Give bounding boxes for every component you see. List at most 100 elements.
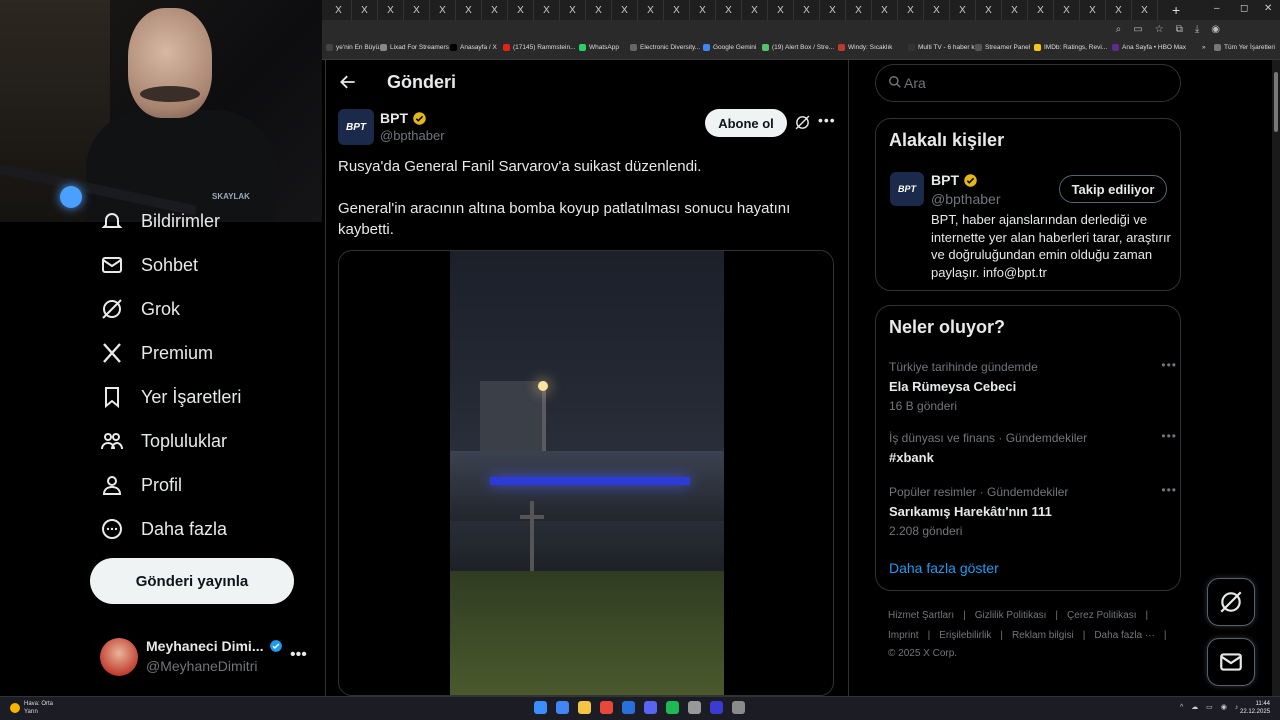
bookmark-item[interactable]: Electronic Diversity... [630,44,700,51]
browser-tab[interactable]: X [456,0,482,20]
taskbar-app-icon[interactable] [688,701,701,714]
bookmark-item[interactable]: ye'nin En Büyü... [326,44,385,51]
browser-tab[interactable]: X [534,0,560,20]
related-name[interactable]: BPT [931,172,978,188]
browser-tab[interactable]: X [326,0,352,20]
browser-tab[interactable]: X [820,0,846,20]
grok-fab-button[interactable] [1207,578,1255,626]
download-icon[interactable]: ⤓ [1195,24,1199,35]
scrollbar-thumb[interactable] [1274,72,1278,132]
footer-link[interactable]: Daha fazla ··· [1094,630,1155,641]
bookmark-item[interactable]: Windy: Sıcaklık [838,44,892,51]
cast-icon[interactable]: ▭ [1133,24,1142,35]
bookmark-item[interactable]: Multi TV - 6 haber k... [908,44,980,51]
tweet-author-handle[interactable]: @bpthaber [380,128,445,143]
nav-item-bell[interactable]: Bildirimler [100,206,220,236]
account-switcher[interactable]: Meyhaneci Dimi... @MeyhaneDimitri ••• [100,636,314,680]
bookmark-item[interactable]: IMDb: Ratings, Revi... [1034,44,1107,51]
browser-tab[interactable]: X [924,0,950,20]
browser-tab[interactable]: X [352,0,378,20]
bookmark-item[interactable]: (19) Alert Box / Stre... [762,44,834,51]
bookmark-item[interactable]: Google Gemini [703,44,756,51]
footer-link[interactable]: Çerez Politikası [1067,610,1136,621]
system-tray[interactable]: ^ ☁ ▭ ◉ ♪ [1180,703,1241,711]
post-button[interactable]: Gönderi yayınla [90,558,294,604]
nav-item-communities[interactable]: Topluluklar [100,426,227,456]
tweet-avatar[interactable]: BPT [338,109,374,145]
browser-tab[interactable]: X [638,0,664,20]
browser-tab[interactable]: X [612,0,638,20]
browser-tab[interactable]: X [1106,0,1132,20]
footer-link[interactable]: Erişilebilirlik [939,630,991,641]
grok-icon[interactable] [794,114,811,136]
browser-tab[interactable]: X [430,0,456,20]
browser-tab[interactable]: X [976,0,1002,20]
weather-widget[interactable]: Hava: Orta Yarın [10,700,53,716]
browser-tab[interactable]: X [1028,0,1054,20]
bookmark-item[interactable]: WhatsApp [579,44,619,51]
bookmark-item[interactable]: » [1192,44,1206,51]
taskbar-app-icon[interactable] [556,701,569,714]
footer-link[interactable]: Imprint [888,630,919,641]
browser-tab[interactable]: X [872,0,898,20]
footer-link[interactable]: Hizmet Şartları [888,610,954,621]
browser-tab[interactable]: X [404,0,430,20]
bookmark-item[interactable]: Tüm Yer İşaretleri [1214,44,1275,51]
back-arrow-icon[interactable] [338,72,358,97]
bookmark-item[interactable]: Streamer Panel [975,44,1030,51]
browser-tab[interactable]: X [664,0,690,20]
tweet-more-icon[interactable]: ••• [818,112,836,128]
taskbar-app-icon[interactable] [600,701,613,714]
related-avatar[interactable]: BPT [890,172,924,206]
trend-more-icon[interactable]: ••• [1161,429,1177,443]
page-scrollbar[interactable] [1272,60,1280,696]
browser-tab[interactable]: X [768,0,794,20]
new-tab-button[interactable]: + [1172,2,1180,18]
nav-item-x-logo[interactable]: Premium [100,338,213,368]
browser-tab[interactable]: X [846,0,872,20]
footer-link[interactable]: Reklam bilgisi [1012,630,1074,641]
trend-item[interactable]: İş dünyası ve finans · Gündemdekiler #xba… [889,429,1176,465]
search-box[interactable]: Ara [875,64,1181,102]
taskbar-app-icon[interactable] [622,701,635,714]
nav-item-mail[interactable]: Sohbet [100,250,198,280]
video-player[interactable] [450,251,724,695]
taskbar-app-icon[interactable] [732,701,745,714]
taskbar-app-icon[interactable] [534,701,547,714]
trend-more-icon[interactable]: ••• [1161,358,1177,372]
browser-tab[interactable]: X [898,0,924,20]
browser-tab[interactable]: X [690,0,716,20]
taskbar-app-icon[interactable] [710,701,723,714]
nav-item-profile[interactable]: Profil [100,470,182,500]
taskbar-app-icon[interactable] [666,701,679,714]
taskbar-app-icon[interactable] [644,701,657,714]
nav-item-bookmark[interactable]: Yer İşaretleri [100,382,241,412]
star-icon[interactable]: ☆ [1155,24,1164,35]
browser-tab[interactable]: X [586,0,612,20]
bookmark-item[interactable]: Ana Sayfa • HBO Max [1112,44,1186,51]
browser-tab[interactable]: X [794,0,820,20]
browser-tab[interactable]: X [1132,0,1158,20]
related-handle[interactable]: @bpthaber [931,191,1000,207]
browser-tab[interactable]: X [1054,0,1080,20]
following-button[interactable]: Takip ediliyor [1059,175,1167,203]
tweet-media[interactable] [338,250,834,696]
show-more-link[interactable]: Daha fazla göster [889,560,999,576]
trend-more-icon[interactable]: ••• [1161,483,1177,497]
profile-icon[interactable]: ◉ [1211,24,1220,35]
bookmark-item[interactable]: Anasayfa / X [450,44,497,51]
browser-tab[interactable]: X [716,0,742,20]
trend-item[interactable]: Türkiye tarihinde gündemde Ela Rümeysa Ce… [889,358,1176,413]
bookmark-item[interactable]: Lixad For Streamers [380,44,449,51]
nav-item-grok[interactable]: Grok [100,294,180,324]
tweet-author-name[interactable]: BPT [380,110,427,126]
browser-tab[interactable]: X [508,0,534,20]
bookmark-item[interactable]: (17145) Rammstein... [503,44,576,51]
browser-tab[interactable]: X [378,0,404,20]
browser-tab[interactable]: X [1002,0,1028,20]
minimize-button[interactable]: – [1214,3,1220,14]
footer-link[interactable]: Gizlilik Politikası [975,610,1047,621]
taskbar-clock[interactable]: 11:44 22.12.2025 [1240,700,1270,716]
subscribe-button[interactable]: Abone ol [705,109,787,137]
nav-item-more-circle[interactable]: Daha fazla [100,514,227,544]
